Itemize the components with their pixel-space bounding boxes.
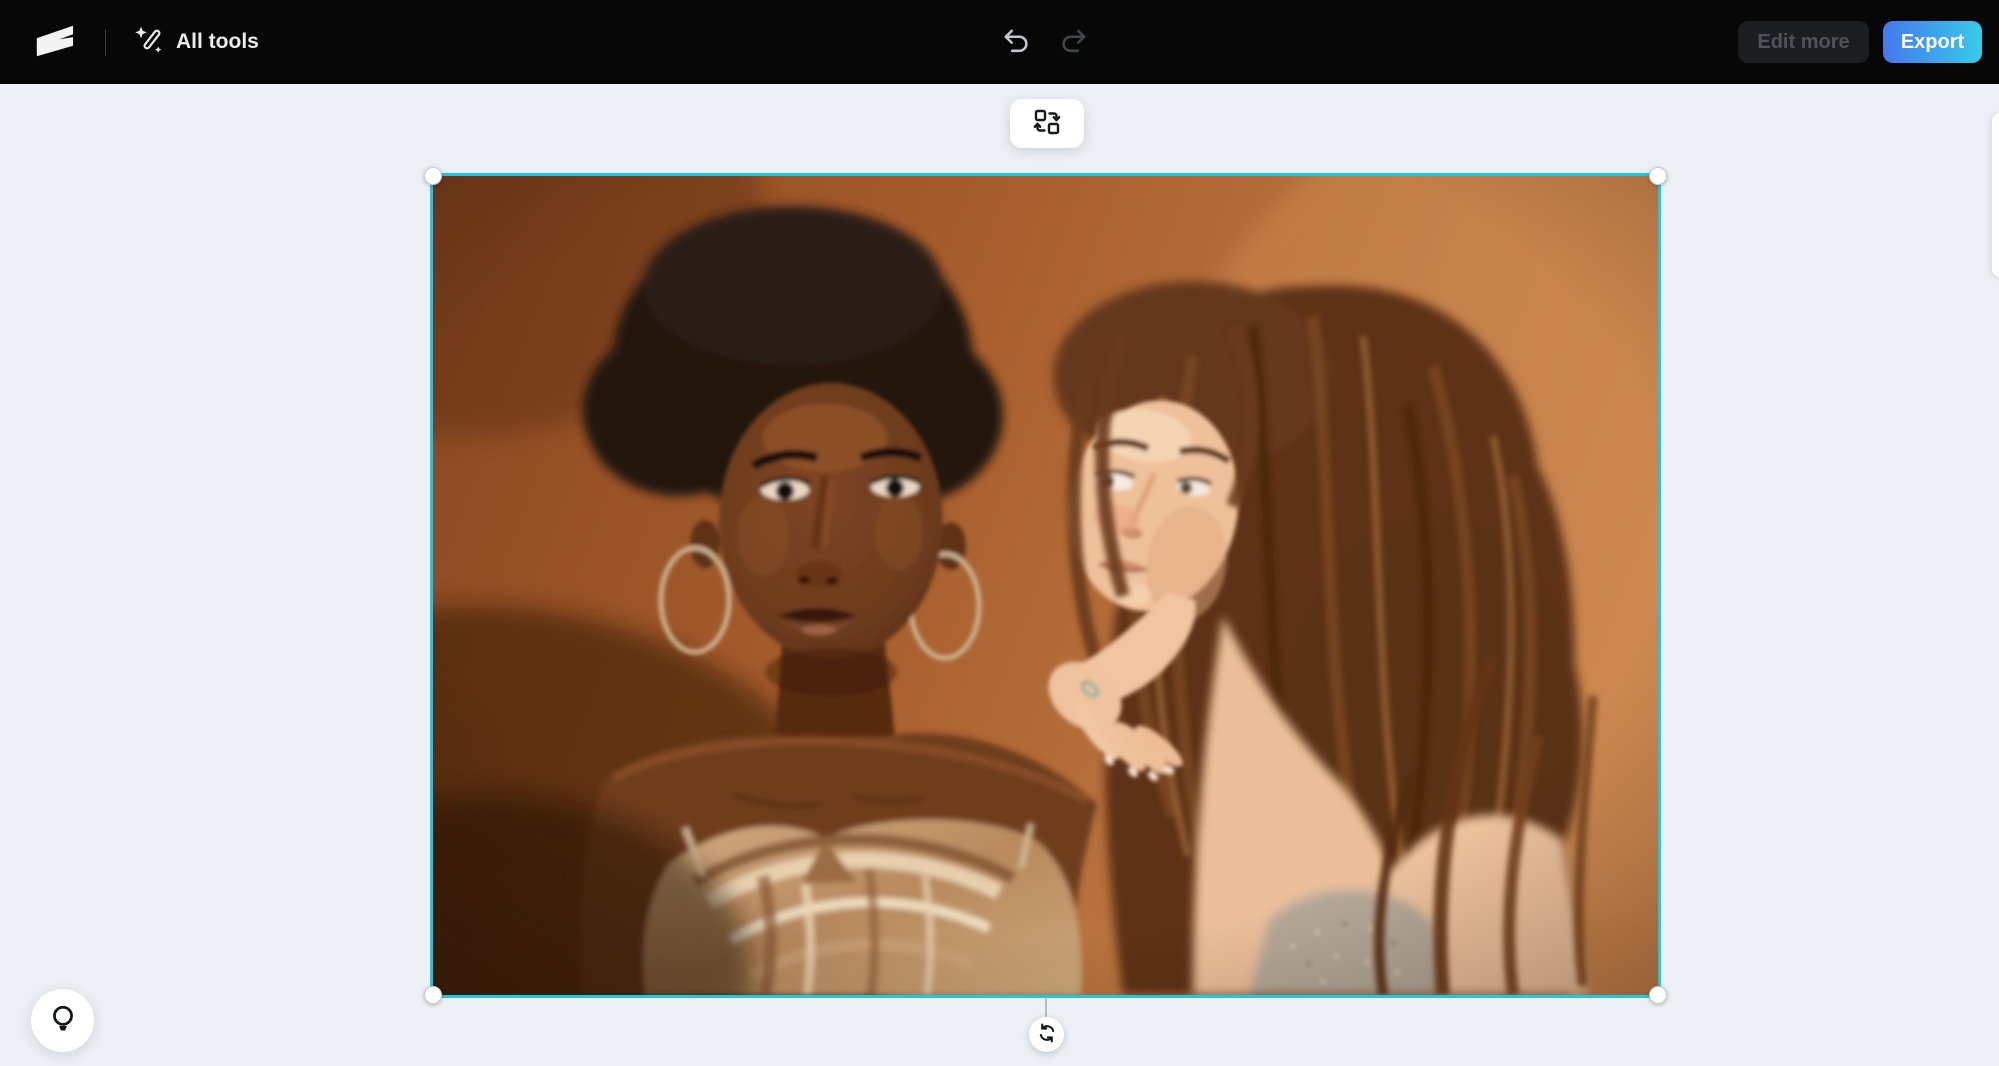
resize-handle-bottom-right[interactable]: [1649, 986, 1667, 1004]
resize-handle-top-left[interactable]: [424, 167, 442, 185]
redo-icon: [1057, 25, 1089, 60]
rotate-handle[interactable]: [1029, 1017, 1064, 1052]
resize-handle-bottom-left[interactable]: [424, 986, 442, 1004]
magic-wand-icon: [133, 24, 163, 60]
top-toolbar: All tools Edit more Export: [0, 0, 1999, 84]
selected-photo[interactable]: [433, 176, 1658, 995]
editor-canvas: [0, 84, 1999, 1066]
resize-handle-top-right[interactable]: [1649, 167, 1667, 185]
edit-more-button[interactable]: Edit more: [1738, 21, 1869, 63]
history-controls: [1001, 0, 1089, 84]
replace-media-button[interactable]: [1010, 99, 1084, 148]
tips-button[interactable]: [31, 989, 94, 1052]
topbar-right-group: Edit more Export: [1738, 21, 1999, 63]
capcut-logo-icon: [31, 20, 77, 65]
export-button[interactable]: Export: [1883, 21, 1982, 63]
all-tools-button[interactable]: All tools: [133, 24, 259, 60]
rotate-handle-stem: [1045, 998, 1047, 1018]
topbar-divider: [105, 28, 106, 56]
rotate-arrows-icon: [1037, 1023, 1057, 1046]
lightbulb-icon: [47, 1003, 79, 1038]
undo-button[interactable]: [1001, 26, 1033, 58]
topbar-left-group: All tools: [0, 20, 259, 64]
all-tools-label: All tools: [176, 30, 259, 53]
undo-icon: [1001, 25, 1033, 60]
redo-button[interactable]: [1057, 26, 1089, 58]
app-logo[interactable]: [30, 20, 78, 64]
swap-media-icon: [1033, 108, 1061, 139]
right-edge-panel-handle[interactable]: [1992, 113, 1999, 277]
